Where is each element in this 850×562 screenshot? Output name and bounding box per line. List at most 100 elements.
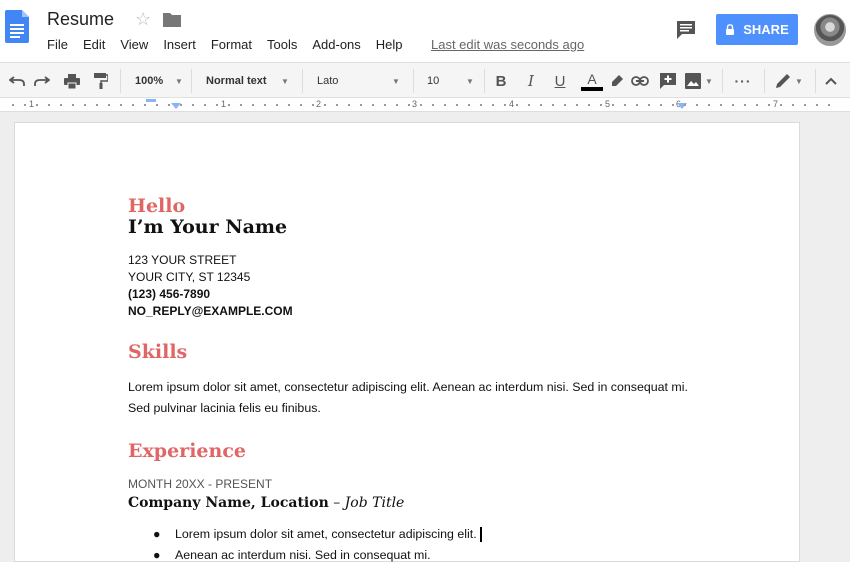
ruler-tick — [384, 104, 386, 106]
menu-insert[interactable]: Insert — [163, 37, 196, 53]
link-icon[interactable] — [629, 63, 651, 99]
ruler-tick — [804, 104, 806, 106]
redo-icon[interactable] — [31, 63, 53, 99]
toolbar-divider — [302, 69, 303, 93]
print-icon[interactable] — [61, 63, 83, 99]
docs-icon[interactable] — [5, 10, 29, 43]
ruler-tick — [336, 104, 338, 106]
address-street: 123 YOUR STREET — [128, 253, 237, 267]
chevron-down-icon: ▼ — [281, 76, 289, 86]
ruler-tick — [468, 104, 470, 106]
last-edit-link[interactable]: Last edit was seconds ago — [431, 37, 584, 53]
menu-tools[interactable]: Tools — [267, 37, 297, 53]
ruler-tick — [744, 104, 746, 106]
toolbar-divider — [191, 69, 192, 93]
ruler-tick — [792, 104, 794, 106]
ruler-tick — [492, 104, 494, 106]
collapse-icon[interactable] — [820, 63, 842, 99]
menu-file[interactable]: File — [47, 37, 68, 53]
edit-mode-icon[interactable]: ▼ — [772, 63, 806, 99]
bullet-text: Lorem ipsum dolor sit amet, consectetur … — [175, 527, 477, 541]
job-dates: MONTH 20XX - PRESENT — [128, 477, 273, 491]
add-comment-icon[interactable] — [657, 63, 679, 99]
avatar[interactable] — [814, 14, 846, 46]
app-header: Resume ☆ File Edit View Insert Format To… — [0, 0, 850, 62]
menu-edit[interactable]: Edit — [83, 37, 105, 53]
lock-icon — [726, 24, 735, 35]
document-title[interactable]: Resume — [47, 8, 114, 30]
experience-heading: Experience — [128, 440, 246, 462]
ruler-tick — [756, 104, 758, 106]
font-value: Lato — [317, 75, 339, 87]
ruler-tick — [120, 104, 122, 106]
more-icon[interactable]: ··· — [731, 63, 755, 99]
ruler-tick — [672, 104, 674, 106]
ruler-tick — [816, 104, 818, 106]
ruler-tick — [444, 104, 446, 106]
document-page[interactable]: Hello I’m Your Name 123 YOUR STREET YOUR… — [14, 122, 800, 562]
comments-icon[interactable] — [676, 20, 696, 40]
text-color-icon[interactable]: A — [580, 63, 604, 99]
highlight-icon[interactable] — [606, 63, 628, 99]
ruler-number: 1 — [221, 99, 227, 109]
ruler-tick — [216, 104, 218, 106]
ruler-tick — [348, 104, 350, 106]
ruler[interactable]: 1 1 2 3 4 5 6 7 — [0, 98, 850, 112]
menu-view[interactable]: View — [120, 37, 148, 53]
chevron-down-icon: ▼ — [175, 76, 183, 86]
ruler-tick — [180, 104, 182, 106]
ruler-number: 4 — [509, 99, 515, 109]
bold-icon[interactable]: B — [490, 63, 512, 99]
toolbar-divider — [815, 69, 816, 93]
menu-help[interactable]: Help — [376, 37, 403, 53]
share-label: SHARE — [743, 22, 789, 37]
toolbar-divider — [413, 69, 414, 93]
ruler-tick — [660, 104, 662, 106]
ruler-tick — [372, 104, 374, 106]
menu-format[interactable]: Format — [211, 37, 252, 53]
style-select[interactable]: Normal text ▼ — [197, 63, 297, 99]
paint-format-icon[interactable] — [90, 63, 112, 99]
ruler-tick — [144, 104, 146, 106]
undo-icon[interactable] — [6, 63, 28, 99]
ruler-tick — [36, 104, 38, 106]
ruler-tick — [780, 104, 782, 106]
font-select[interactable]: Lato ▼ — [308, 63, 408, 99]
bullet-icon: ● — [153, 527, 161, 541]
ruler-tick — [600, 104, 602, 106]
skills-paragraph: Lorem ipsum dolor sit amet, consectetur … — [128, 380, 688, 415]
ruler-tick — [228, 104, 230, 106]
phone-number: (123) 456-7890 — [128, 287, 211, 301]
ruler-tick — [552, 104, 554, 106]
ruler-tick — [72, 104, 74, 106]
ruler-tick — [360, 104, 362, 106]
ruler-tick — [504, 104, 506, 106]
ruler-tick — [636, 104, 638, 106]
email-address: NO_REPLY@EXAMPLE.COM — [128, 304, 293, 318]
share-button[interactable]: SHARE — [716, 14, 798, 45]
ruler-tick — [768, 104, 770, 106]
menu-bar: File Edit View Insert Format Tools Add-o… — [47, 37, 418, 53]
ruler-tick — [624, 104, 626, 106]
font-size-select[interactable]: 10 ▼ — [419, 63, 479, 99]
ruler-tick — [132, 104, 134, 106]
star-icon[interactable]: ☆ — [135, 9, 151, 29]
right-indent-marker[interactable] — [676, 99, 688, 111]
greeting-heading: Hello — [128, 195, 186, 217]
toolbar-divider — [120, 69, 121, 93]
ruler-tick — [252, 104, 254, 106]
toolbar: 100% ▼ Normal text ▼ Lato ▼ 10 ▼ B I U A… — [0, 62, 850, 98]
image-icon[interactable]: ▼ — [684, 63, 714, 99]
job-title-separator: – — [328, 495, 345, 511]
menu-addons[interactable]: Add-ons — [312, 37, 360, 53]
chevron-down-icon: ▼ — [392, 76, 400, 86]
underline-icon[interactable]: U — [549, 63, 571, 99]
italic-icon[interactable]: I — [520, 63, 542, 99]
ruler-tick — [192, 104, 194, 106]
zoom-select[interactable]: 100% ▼ — [126, 63, 186, 99]
folder-icon[interactable] — [163, 11, 181, 27]
font-size-value: 10 — [427, 75, 440, 87]
ruler-tick — [456, 104, 458, 106]
ruler-tick — [84, 104, 86, 106]
toolbar-divider — [484, 69, 485, 93]
